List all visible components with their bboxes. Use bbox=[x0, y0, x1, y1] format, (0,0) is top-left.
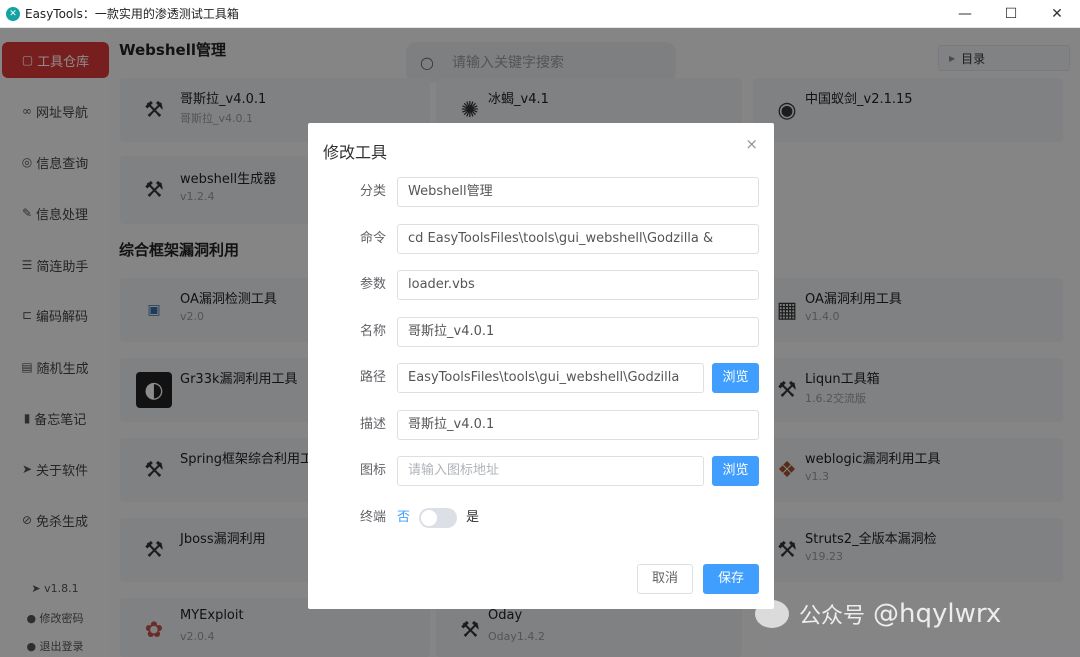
window-controls: — ☐ ✕ bbox=[942, 0, 1080, 28]
params-field[interactable]: loader.vbs bbox=[397, 270, 759, 300]
name-label: 名称 bbox=[359, 324, 386, 339]
params-row: 参数 loader.vbs bbox=[308, 270, 774, 300]
path-row: 路径 EasyToolsFiles\tools\gui_webshell\God… bbox=[308, 363, 774, 393]
browse-icon-button[interactable]: 浏览 bbox=[712, 456, 759, 486]
category-row: 分类 Webshell管理 bbox=[308, 177, 774, 207]
path-label: 路径 bbox=[359, 370, 386, 385]
terminal-label: 终端 bbox=[359, 510, 386, 525]
desc-label: 描述 bbox=[359, 417, 386, 432]
minimize-button[interactable]: — bbox=[942, 0, 988, 28]
command-field[interactable]: cd EasyToolsFiles\tools\gui_webshell\God… bbox=[397, 224, 759, 254]
icon-row: 图标 请输入图标地址 浏览 bbox=[308, 456, 774, 486]
terminal-row: 终端 否 是 bbox=[308, 503, 774, 533]
watermark-text-a: 公众号 bbox=[799, 604, 866, 629]
window-title: EasyTools：一款实用的渗透测试工具箱 bbox=[25, 7, 239, 21]
cancel-button[interactable]: 取消 bbox=[637, 564, 693, 594]
icon-label: 图标 bbox=[359, 463, 386, 478]
path-field[interactable]: EasyToolsFiles\tools\gui_webshell\Godzil… bbox=[397, 363, 704, 393]
category-label: 分类 bbox=[359, 184, 386, 199]
app-logo-icon: ✕ bbox=[6, 6, 20, 21]
name-row: 名称 哥斯拉_v4.0.1 bbox=[308, 317, 774, 347]
edit-tool-dialog: 修改工具 × 分类 Webshell管理 命令 cd EasyToolsFile… bbox=[308, 123, 774, 609]
desc-field[interactable]: 哥斯拉_v4.0.1 bbox=[397, 410, 759, 440]
terminal-off-label: 否 bbox=[397, 510, 411, 525]
watermark-text-b: @hqylwrx bbox=[873, 599, 1002, 629]
toggle-knob bbox=[421, 510, 437, 526]
terminal-on-label: 是 bbox=[466, 510, 480, 525]
command-row: 命令 cd EasyToolsFiles\tools\gui_webshell\… bbox=[308, 224, 774, 254]
close-window-button[interactable]: ✕ bbox=[1034, 0, 1080, 28]
title-bar: ✕ EasyTools：一款实用的渗透测试工具箱 — ☐ ✕ bbox=[0, 0, 1080, 28]
dialog-title: 修改工具 bbox=[323, 143, 388, 162]
icon-url-field[interactable]: 请输入图标地址 bbox=[397, 456, 704, 486]
name-field[interactable]: 哥斯拉_v4.0.1 bbox=[397, 317, 759, 347]
browse-path-button[interactable]: 浏览 bbox=[712, 363, 759, 393]
close-icon[interactable]: × bbox=[745, 135, 758, 153]
category-field[interactable]: Webshell管理 bbox=[397, 177, 759, 207]
command-label: 命令 bbox=[359, 231, 386, 246]
watermark: 公众号 @hqylwrx bbox=[755, 598, 1001, 630]
terminal-toggle[interactable] bbox=[419, 508, 457, 528]
desc-row: 描述 哥斯拉_v4.0.1 bbox=[308, 410, 774, 440]
wechat-logo-icon bbox=[755, 600, 789, 628]
params-label: 参数 bbox=[359, 277, 386, 292]
save-button[interactable]: 保存 bbox=[703, 564, 759, 594]
maximize-button[interactable]: ☐ bbox=[988, 0, 1034, 28]
